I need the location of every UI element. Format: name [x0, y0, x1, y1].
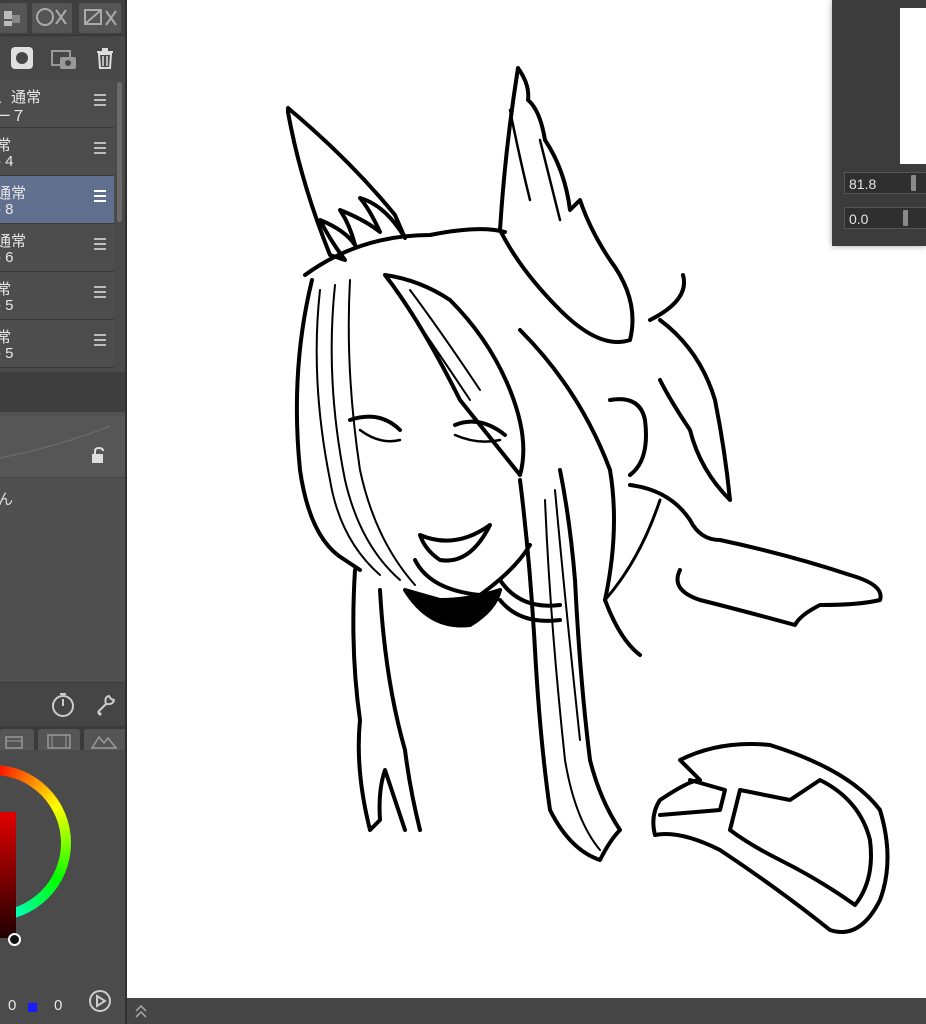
new-layer-icon[interactable]: [9, 45, 35, 71]
expand-chevron-icon[interactable]: [133, 1003, 149, 1024]
zoom-knob[interactable]: [911, 175, 916, 191]
layer-list: 、通常 ー７ 常 - 4 通常 - 8 通常 - 6 常 - 5 常 - 5: [0, 80, 118, 370]
color-panel: 0 0: [0, 750, 125, 1024]
zoom-value: 81.8: [849, 176, 877, 192]
delete-layer-icon[interactable]: [92, 45, 118, 71]
navigator-preview[interactable]: [900, 8, 926, 164]
layer-row[interactable]: 、通常 ー７: [0, 80, 114, 128]
layer-menu-icon[interactable]: [94, 94, 106, 108]
left-panel: 、通常 ー７ 常 - 4 通常 - 8 通常 - 6 常 - 5 常 - 5: [0, 0, 127, 1024]
wrench-icon[interactable]: [92, 692, 118, 723]
layer-menu-icon[interactable]: [94, 334, 106, 348]
layer-name: ー７: [0, 108, 27, 125]
layer-blend-mode: 常: [0, 278, 11, 299]
color-swatch[interactable]: [28, 1003, 37, 1012]
layer-row[interactable]: 常 - 4: [0, 128, 114, 176]
layer-blend-mode: 常: [0, 134, 11, 155]
layer-name: - 6: [0, 249, 14, 266]
layer-blend-mode: 、通常: [0, 89, 42, 106]
layer-name: - 5: [0, 297, 14, 314]
layer-blend-mode: 通常: [0, 233, 27, 250]
property-header: [0, 416, 125, 478]
layer-row-selected[interactable]: 通常 - 8: [0, 176, 114, 224]
film-tab-icon[interactable]: [38, 729, 80, 750]
rotation-knob[interactable]: [903, 210, 908, 226]
play-icon[interactable]: [88, 989, 112, 1018]
folder-layer-icon[interactable]: [50, 45, 76, 71]
clip-icon[interactable]: [32, 3, 72, 33]
panel-tabs: [0, 726, 125, 750]
bottom-toolbar: [0, 682, 125, 726]
layer-mask-icon[interactable]: [0, 3, 27, 33]
color-value-right: 0: [54, 997, 63, 1014]
color-picker-handle[interactable]: [8, 933, 21, 946]
layer-scrollbar[interactable]: [117, 82, 122, 222]
property-text: ん: [0, 488, 13, 509]
layer-blend-mode: 常: [0, 326, 11, 347]
layer-row[interactable]: 通常 - 6: [0, 224, 114, 272]
zoom-slider[interactable]: 81.8: [844, 172, 926, 194]
layer-menu-icon[interactable]: [94, 190, 106, 204]
layer-name: - 4: [0, 153, 14, 170]
panel-tab-icon[interactable]: [0, 729, 34, 750]
saturation-box[interactable]: [0, 812, 16, 938]
drawing-canvas[interactable]: [127, 0, 926, 998]
transform-icon[interactable]: [79, 3, 121, 33]
layer-menu-icon[interactable]: [94, 238, 106, 252]
navigator-panel: 81.8 0.0: [832, 0, 926, 246]
panel-separator: [0, 372, 125, 412]
status-bar: [127, 998, 926, 1024]
rotation-value: 0.0: [849, 211, 869, 227]
layer-toolbar: [0, 36, 125, 80]
color-value-left: 0: [8, 997, 17, 1014]
layer-name: - 8: [0, 201, 14, 218]
timer-icon[interactable]: [50, 692, 76, 723]
layer-blend-mode: 通常: [0, 185, 27, 202]
lock-icon[interactable]: [90, 446, 108, 469]
mountain-tab-icon[interactable]: [84, 729, 125, 750]
layer-name: - 5: [0, 345, 14, 362]
property-panel: ん: [0, 412, 125, 682]
top-toolbar: [0, 0, 125, 36]
layer-menu-icon[interactable]: [94, 142, 106, 156]
layer-menu-icon[interactable]: [94, 286, 106, 300]
rotation-slider[interactable]: 0.0: [844, 207, 926, 229]
sketch-artwork: [286, 66, 890, 934]
layer-row[interactable]: 常 - 5: [0, 272, 114, 320]
layer-row[interactable]: 常 - 5: [0, 320, 114, 368]
